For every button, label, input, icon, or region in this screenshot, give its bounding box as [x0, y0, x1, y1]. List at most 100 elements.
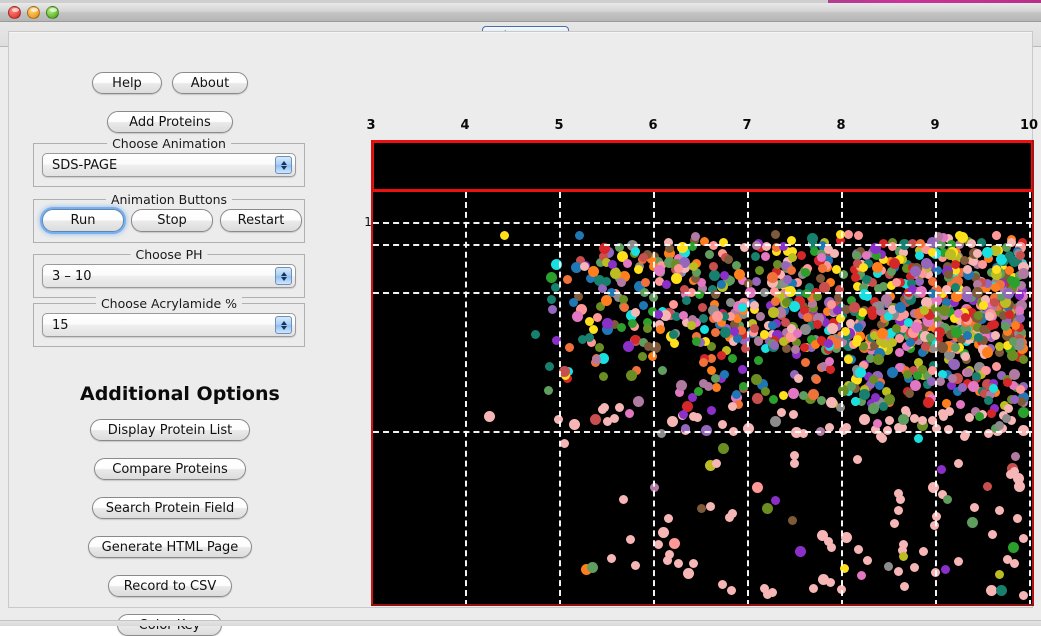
protein-spot[interactable]: [943, 495, 953, 505]
protein-spot[interactable]: [853, 322, 863, 332]
protein-spot[interactable]: [717, 443, 729, 454]
protein-spot[interactable]: [790, 345, 800, 355]
protein-spot[interactable]: [718, 579, 727, 589]
protein-spot[interactable]: [937, 465, 947, 475]
protein-spot[interactable]: [1016, 250, 1026, 260]
stop-button[interactable]: Stop: [131, 209, 213, 232]
protein-spot[interactable]: [914, 434, 924, 444]
protein-spot[interactable]: [656, 428, 666, 438]
protein-spot[interactable]: [631, 560, 641, 570]
protein-spot[interactable]: [851, 273, 861, 283]
protein-spot[interactable]: [868, 403, 880, 415]
protein-spot[interactable]: [601, 317, 613, 329]
protein-spot[interactable]: [770, 496, 780, 506]
protein-spot[interactable]: [769, 341, 779, 351]
protein-spot[interactable]: [885, 416, 895, 426]
protein-spot[interactable]: [962, 264, 972, 274]
protein-spot[interactable]: [723, 254, 733, 264]
protein-spot[interactable]: [617, 278, 627, 288]
protein-spot[interactable]: [960, 352, 970, 361]
protein-spot[interactable]: [954, 557, 964, 567]
protein-spot[interactable]: [1017, 268, 1029, 280]
protein-spot[interactable]: [778, 390, 788, 400]
protein-spot[interactable]: [731, 390, 741, 400]
protein-spot[interactable]: [991, 264, 1001, 274]
protein-spot[interactable]: [770, 230, 780, 240]
help-button[interactable]: Help: [92, 72, 162, 94]
protein-spot[interactable]: [936, 342, 948, 354]
protein-spot[interactable]: [606, 553, 616, 563]
protein-spot[interactable]: [656, 324, 666, 334]
protein-spot[interactable]: [827, 323, 839, 335]
protein-spot[interactable]: [1009, 369, 1021, 381]
protein-spot[interactable]: [958, 383, 968, 393]
protein-spot[interactable]: [981, 247, 993, 259]
protein-spot[interactable]: [776, 408, 786, 418]
protein-spot[interactable]: [565, 342, 575, 352]
protein-spot[interactable]: [755, 265, 765, 275]
protein-spot[interactable]: [870, 392, 880, 402]
protein-spot[interactable]: [853, 544, 863, 554]
protein-spot[interactable]: [704, 250, 714, 260]
protein-spot[interactable]: [662, 279, 672, 289]
protein-spot[interactable]: [959, 255, 969, 265]
protein-spot[interactable]: [664, 514, 674, 524]
protein-spot[interactable]: [951, 342, 961, 352]
protein-spot[interactable]: [623, 341, 635, 353]
protein-spot[interactable]: [948, 373, 958, 383]
protein-spot[interactable]: [994, 569, 1004, 579]
protein-spot[interactable]: [626, 534, 636, 544]
protein-spot[interactable]: [873, 418, 883, 428]
protein-spot[interactable]: [586, 561, 598, 573]
protein-spot[interactable]: [888, 257, 900, 269]
protein-spot[interactable]: [593, 313, 603, 323]
protein-spot[interactable]: [676, 241, 688, 253]
protein-spot[interactable]: [1013, 480, 1025, 492]
protein-spot[interactable]: [890, 519, 900, 528]
chevron-updown-icon[interactable]: [275, 156, 292, 174]
protein-spot[interactable]: [909, 562, 919, 572]
protein-spot[interactable]: [669, 537, 681, 549]
protein-spot[interactable]: [689, 261, 699, 271]
protein-spot[interactable]: [544, 385, 554, 395]
protein-spot[interactable]: [969, 503, 979, 513]
protein-spot[interactable]: [990, 283, 1000, 293]
protein-spot[interactable]: [699, 358, 709, 368]
protein-spot[interactable]: [760, 252, 770, 262]
protein-spot[interactable]: [944, 249, 956, 261]
protein-spot[interactable]: [698, 378, 708, 388]
protein-spot[interactable]: [1001, 413, 1011, 423]
protein-spot[interactable]: [657, 526, 669, 538]
protein-spot[interactable]: [875, 300, 885, 310]
protein-spot[interactable]: [938, 304, 950, 316]
protein-spot[interactable]: [1005, 309, 1015, 319]
protein-spot[interactable]: [752, 482, 764, 494]
protein-spot[interactable]: [798, 391, 808, 400]
protein-spot[interactable]: [950, 282, 960, 292]
close-window-icon[interactable]: [8, 6, 21, 19]
protein-spot[interactable]: [830, 248, 840, 258]
protein-spot[interactable]: [670, 272, 682, 284]
protein-spot[interactable]: [800, 324, 812, 336]
protein-spot[interactable]: [800, 268, 810, 277]
protein-spot[interactable]: [1005, 469, 1015, 479]
protein-spot[interactable]: [633, 265, 643, 275]
protein-spot[interactable]: [812, 375, 822, 385]
protein-spot[interactable]: [784, 285, 796, 297]
protein-spot[interactable]: [826, 365, 836, 375]
protein-spot[interactable]: [859, 388, 871, 400]
protein-spot[interactable]: [545, 362, 555, 372]
protein-spot[interactable]: [626, 369, 638, 381]
protein-spot[interactable]: [1016, 313, 1026, 323]
protein-spot[interactable]: [717, 279, 727, 289]
record-to-csv-button[interactable]: Record to CSV: [108, 575, 232, 597]
protein-spot[interactable]: [642, 324, 652, 334]
protein-spot[interactable]: [1006, 349, 1018, 361]
protein-spot[interactable]: [653, 309, 663, 319]
protein-spot[interactable]: [668, 299, 678, 309]
protein-spot[interactable]: [948, 359, 960, 371]
compare-proteins-button[interactable]: Compare Proteins: [94, 458, 246, 480]
protein-spot[interactable]: [971, 372, 981, 382]
protein-spot[interactable]: [760, 386, 770, 396]
protein-spot[interactable]: [705, 502, 715, 511]
